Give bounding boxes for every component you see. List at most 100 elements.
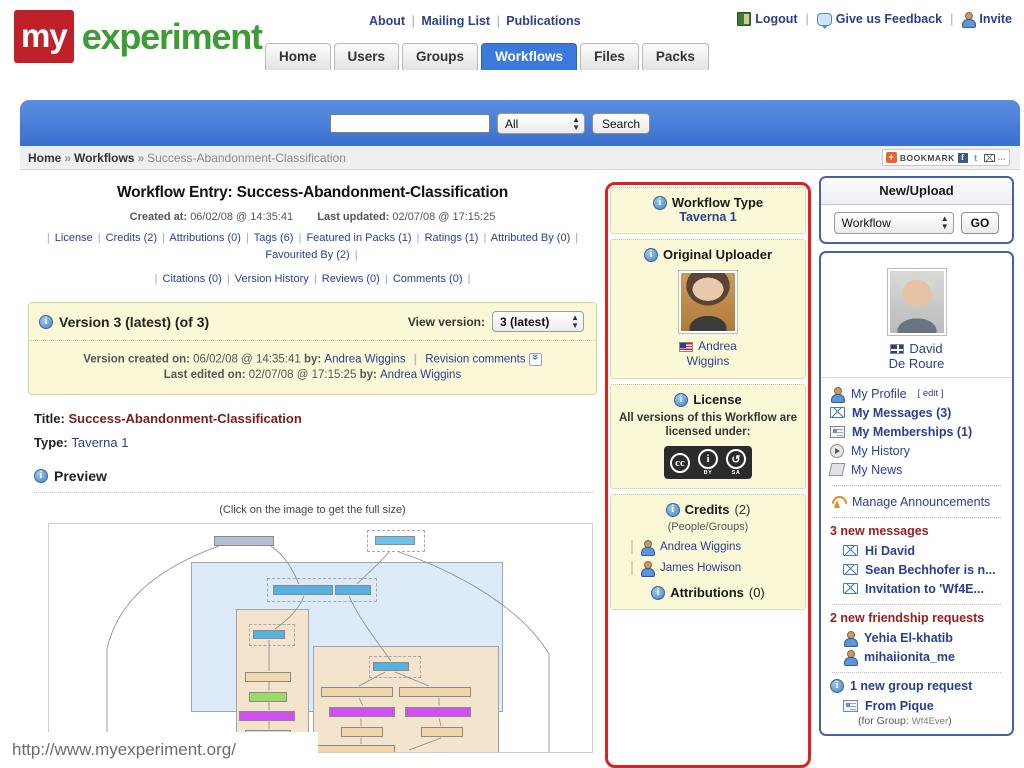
group-name: Wf4Ever [911,716,949,727]
sidebar-item-my-news[interactable]: My News [828,460,1003,479]
go-button[interactable]: GO [960,212,1000,234]
my-messages-label[interactable]: My Messages (3) [852,406,951,420]
feedback-label[interactable]: Give us Feedback [836,12,942,26]
friendship-request-name[interactable]: Yehia El-khatib [864,631,953,645]
message-item[interactable]: Hi David [843,541,1003,560]
logo-experiment-text: experiment [81,15,263,57]
chevron-down-icon[interactable] [528,353,542,366]
meta-link-ratings[interactable]: Ratings (1) [425,232,479,244]
logout-link[interactable]: Logout [737,12,798,26]
tab-files[interactable]: Files [580,43,639,70]
breadcrumb-sep-1: » [64,150,72,165]
sidebar-item-my-history[interactable]: My History [830,441,1003,460]
meta-link-reviews[interactable]: Reviews (0) [322,273,380,285]
search-button[interactable]: Search [592,113,651,134]
workflow-type-value[interactable]: Taverna 1 [679,210,736,224]
credit-item[interactable]: James Howison [631,561,799,577]
meta-link-attributions[interactable]: Attributions (0) [169,232,241,244]
sidebar-item-my-profile[interactable]: My Profile [ edit ] [830,384,1003,403]
breadcrumb-home[interactable]: Home [28,151,61,165]
version-edited-by[interactable]: Andrea Wiggins [380,369,461,381]
meta-link-favourited-by[interactable]: Favourited By (2) [265,249,349,261]
meta-link-credits[interactable]: Credits (2) [106,232,157,244]
view-version-select[interactable]: 3 (latest) ▲ ▼ [492,311,584,332]
search-scope-select[interactable]: All ▲ ▼ [497,113,585,134]
meta-link-featured-in-packs[interactable]: Featured in Packs (1) [306,232,411,244]
top-link-publications[interactable]: Publications [506,14,580,28]
edit-profile-link[interactable]: [ edit ] [918,388,944,399]
invite-label[interactable]: Invite [979,12,1012,26]
my-profile-label[interactable]: My Profile [851,387,907,401]
meta-link-version-history[interactable]: Version History [235,273,309,285]
tab-home[interactable]: Home [265,43,331,70]
uploader-firstname[interactable]: Andrea [698,339,737,354]
user-link-separator-2: | [950,12,954,26]
avatar[interactable] [886,268,947,336]
uploader-name-row[interactable]: Andrea [617,339,799,354]
friendship-request-name[interactable]: mihaiionita_me [864,650,955,664]
invite-link[interactable]: Invite [961,12,1012,28]
door-icon [737,12,752,26]
message-subject[interactable]: Invitation to 'Wf4E... [865,582,984,596]
profile-name-row-1[interactable]: David [829,341,1004,356]
workflow-preview-image[interactable] [48,523,593,753]
card-icon [830,425,845,438]
friendship-request-item[interactable]: Yehia El-khatib [843,628,1003,647]
uploader-name-row-2[interactable]: Wiggins [617,354,799,369]
logout-label[interactable]: Logout [755,12,797,26]
wf-node [245,672,291,682]
message-subject[interactable]: Hi David [865,544,915,558]
credit-name[interactable]: Andrea Wiggins [660,541,741,553]
profile-name-row-2[interactable]: De Roure [829,356,1004,371]
group-request-from[interactable]: From Pique [865,699,934,713]
meta-link-citations[interactable]: Citations (0) [163,273,222,285]
credit-name[interactable]: James Howison [660,562,741,574]
new-upload-type-select[interactable]: Workflow ▲ ▼ [833,212,954,234]
meta-link-comments[interactable]: Comments (0) [393,273,463,285]
feedback-link[interactable]: Give us Feedback [816,12,942,29]
facebook-icon[interactable]: f [957,152,968,163]
my-memberships-label[interactable]: My Memberships (1) [852,425,972,439]
message-item[interactable]: Invitation to 'Wf4E... [843,579,1003,598]
meta-link-license[interactable]: License [55,232,93,244]
news-icon [828,463,846,476]
site-logo[interactable]: my experiment [14,10,263,63]
sidebar-item-manage-announcements[interactable]: Manage Announcements [830,492,1003,511]
top-link-about[interactable]: About [369,14,405,28]
credit-item[interactable]: Andrea Wiggins [631,540,799,556]
type-value[interactable]: Taverna 1 [71,435,128,450]
message-subject[interactable]: Sean Bechhofer is n... [865,563,996,577]
meta-link-tags[interactable]: Tags (6) [254,232,294,244]
cc-license-badge[interactable]: cc i BY ↺ SA [664,446,752,479]
group-request-item[interactable]: From Pique [843,696,1003,715]
profile-lastname[interactable]: De Roure [889,356,945,371]
twitter-icon[interactable]: t [970,152,981,163]
uploader-avatar[interactable] [678,270,738,334]
my-history-label[interactable]: My History [851,444,910,458]
sidebar-item-my-messages[interactable]: My Messages (3) [830,403,1003,422]
bookmark-share-widget[interactable]: + BOOKMARK f t ... [881,149,1010,166]
tab-groups[interactable]: Groups [402,43,479,70]
new-upload-panel: New/Upload Workflow ▲ ▼ GO [819,176,1014,244]
friendship-request-item[interactable]: mihaiionita_me [843,647,1003,666]
top-link-mailing-list[interactable]: Mailing List [421,14,490,28]
tab-users[interactable]: Users [333,43,400,70]
cc-by-icon: i [698,449,718,469]
meta-link-attributed-by[interactable]: Attributed By (0) [491,232,570,244]
tab-workflows[interactable]: Workflows [481,43,578,70]
breadcrumb-workflows[interactable]: Workflows [74,151,134,165]
tab-packs[interactable]: Packs [641,43,709,70]
license-box: License All versions of this Workflow ar… [610,384,806,489]
version-created-by[interactable]: Andrea Wiggins [324,354,405,366]
message-item[interactable]: Sean Bechhofer is n... [843,560,1003,579]
mail-icon[interactable] [983,153,995,162]
profile-firstname[interactable]: David [909,341,942,356]
uploader-lastname[interactable]: Wiggins [687,354,730,369]
sidebar-item-my-memberships[interactable]: My Memberships (1) [830,422,1003,441]
search-input[interactable] [330,114,490,133]
us-flag-icon [679,341,694,352]
revision-comments-link[interactable]: Revision comments [425,354,525,366]
manage-announcements-label[interactable]: Manage Announcements [852,495,990,509]
my-news-label[interactable]: My News [851,463,902,477]
bookmark-more-icon[interactable]: ... [998,153,1006,162]
